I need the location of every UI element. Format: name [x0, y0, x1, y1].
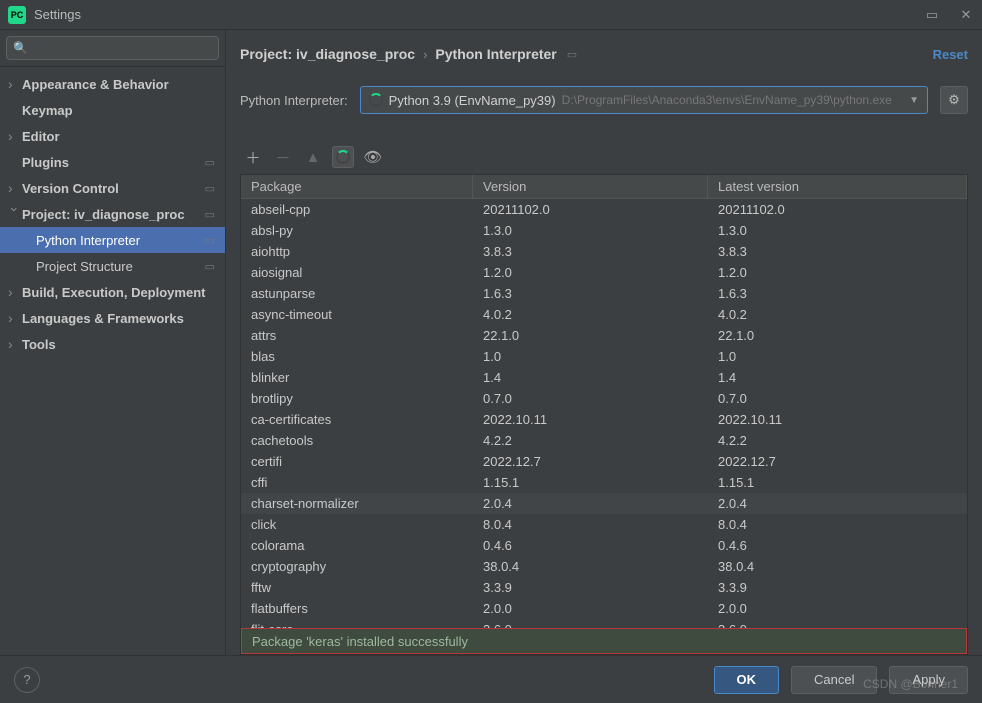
sidebar-item[interactable]: Build, Execution, Deployment: [0, 279, 225, 305]
eye-icon: 👁: [363, 148, 382, 166]
status-bar: Package 'keras' installed successfully: [241, 628, 967, 654]
settings-sidebar: 🔍 Appearance & Behavior Keymap Editor Plugi…: [0, 30, 226, 655]
table-row[interactable]: cachetools4.2.24.2.2: [241, 430, 967, 451]
main-panel: Project: iv_diagnose_proc › Python Inter…: [226, 30, 982, 655]
table-row[interactable]: blinker1.41.4: [241, 367, 967, 388]
sidebar-item[interactable]: Tools: [0, 331, 225, 357]
window-presentation-icon[interactable]: ▭: [924, 7, 940, 23]
add-package-button[interactable]: ＋: [242, 146, 264, 168]
sidebar-item[interactable]: Plugins ▭: [0, 149, 225, 175]
remove-package-button[interactable]: －: [272, 146, 294, 168]
table-row[interactable]: click8.0.48.0.4: [241, 514, 967, 535]
sidebar-item-label: Appearance & Behavior: [22, 77, 169, 92]
sidebar-item-label: Python Interpreter: [36, 233, 140, 248]
table-row[interactable]: fftw3.3.93.3.9: [241, 577, 967, 598]
project-badge-icon: ▭: [205, 234, 215, 247]
breadcrumb: Project: iv_diagnose_proc › Python Inter…: [240, 40, 968, 68]
table-row[interactable]: ca-certificates2022.10.112022.10.11: [241, 409, 967, 430]
up-arrow-icon: ▲: [306, 149, 321, 166]
help-button[interactable]: ?: [14, 667, 40, 693]
table-row[interactable]: colorama0.4.60.4.6: [241, 535, 967, 556]
project-badge-icon: ▭: [205, 260, 215, 273]
title-bar: PC Settings ▭ ✕: [0, 0, 982, 30]
project-badge-icon: ▭: [205, 182, 215, 195]
sidebar-item[interactable]: Editor: [0, 123, 225, 149]
interpreter-label: Python Interpreter:: [240, 93, 348, 108]
window-close-icon[interactable]: ✕: [958, 7, 974, 23]
ok-button[interactable]: OK: [714, 666, 780, 694]
plus-icon: ＋: [245, 147, 260, 168]
project-badge-icon: ▭: [205, 208, 215, 221]
packages-table: Package Version Latest version abseil-cp…: [240, 174, 968, 655]
sidebar-item[interactable]: Version Control ▭: [0, 175, 225, 201]
cancel-button[interactable]: Cancel: [791, 666, 877, 694]
table-row[interactable]: aiohttp3.8.33.8.3: [241, 241, 967, 262]
refresh-button[interactable]: [332, 146, 354, 168]
table-row[interactable]: blas1.01.0: [241, 346, 967, 367]
chevron-down-icon: ▼: [909, 95, 919, 106]
table-row[interactable]: cffi1.15.11.15.1: [241, 472, 967, 493]
project-badge-icon: ▭: [205, 156, 215, 169]
interpreter-settings-button[interactable]: ⚙: [940, 86, 968, 114]
gear-icon: ⚙: [948, 92, 960, 108]
table-row[interactable]: absl-py1.3.01.3.0: [241, 220, 967, 241]
column-header-version[interactable]: Version: [473, 175, 708, 198]
sidebar-item-label: Languages & Frameworks: [22, 311, 184, 326]
window-title: Settings: [34, 7, 924, 22]
sidebar-item-label: Build, Execution, Deployment: [22, 285, 205, 300]
column-header-package[interactable]: Package: [241, 175, 473, 198]
upgrade-package-button[interactable]: ▲: [302, 146, 324, 168]
show-early-releases-button[interactable]: 👁: [362, 146, 384, 168]
table-row[interactable]: abseil-cpp20211102.020211102.0: [241, 199, 967, 220]
loading-spinner-icon: [336, 150, 350, 164]
sidebar-item-label: Plugins: [22, 155, 69, 170]
project-badge-icon: ▭: [567, 48, 577, 61]
package-toolbar: ＋ － ▲ 👁: [240, 142, 968, 172]
sidebar-item[interactable]: Keymap: [0, 97, 225, 123]
interpreter-select[interactable]: Python 3.9 (EnvName_py39) D:\ProgramFile…: [360, 86, 928, 114]
sidebar-item-label: Editor: [22, 129, 60, 144]
column-header-latest[interactable]: Latest version: [708, 175, 967, 198]
status-message: Package 'keras' installed successfully: [252, 634, 468, 649]
loading-spinner-icon: [369, 93, 383, 107]
sidebar-item-label: Tools: [22, 337, 56, 352]
table-row[interactable]: brotlipy0.7.00.7.0: [241, 388, 967, 409]
sidebar-item-label: Project Structure: [36, 259, 133, 274]
table-row[interactable]: astunparse1.6.31.6.3: [241, 283, 967, 304]
search-icon: 🔍: [13, 41, 28, 55]
sidebar-item-label: Keymap: [22, 103, 73, 118]
table-row[interactable]: cryptography38.0.438.0.4: [241, 556, 967, 577]
sidebar-item[interactable]: Project: iv_diagnose_proc ▭: [0, 201, 225, 227]
search-input[interactable]: 🔍: [6, 36, 219, 60]
sidebar-item-label: Version Control: [22, 181, 119, 196]
dialog-footer: ? OK Cancel Apply: [0, 655, 982, 703]
sidebar-item[interactable]: Appearance & Behavior: [0, 71, 225, 97]
help-icon: ?: [23, 672, 30, 687]
reset-link[interactable]: Reset: [933, 47, 968, 62]
minus-icon: －: [275, 147, 290, 168]
table-row[interactable]: aiosignal1.2.01.2.0: [241, 262, 967, 283]
sidebar-item[interactable]: Languages & Frameworks: [0, 305, 225, 331]
breadcrumb-leaf: Python Interpreter: [435, 46, 556, 62]
sidebar-item[interactable]: Python Interpreter ▭: [0, 227, 225, 253]
apply-button[interactable]: Apply: [889, 666, 968, 694]
table-row[interactable]: charset-normalizer2.0.42.0.4: [241, 493, 967, 514]
table-row[interactable]: attrs22.1.022.1.0: [241, 325, 967, 346]
breadcrumb-root: Project: iv_diagnose_proc: [240, 46, 415, 62]
settings-tree: Appearance & Behavior Keymap Editor Plugins…: [0, 67, 225, 655]
table-row[interactable]: flit-core3.6.03.6.0: [241, 619, 967, 628]
table-row[interactable]: certifi2022.12.72022.12.7: [241, 451, 967, 472]
table-row[interactable]: async-timeout4.0.24.0.2: [241, 304, 967, 325]
sidebar-item[interactable]: Project Structure ▭: [0, 253, 225, 279]
table-row[interactable]: flatbuffers2.0.02.0.0: [241, 598, 967, 619]
sidebar-item-label: Project: iv_diagnose_proc: [22, 207, 185, 222]
app-icon: PC: [8, 6, 26, 24]
